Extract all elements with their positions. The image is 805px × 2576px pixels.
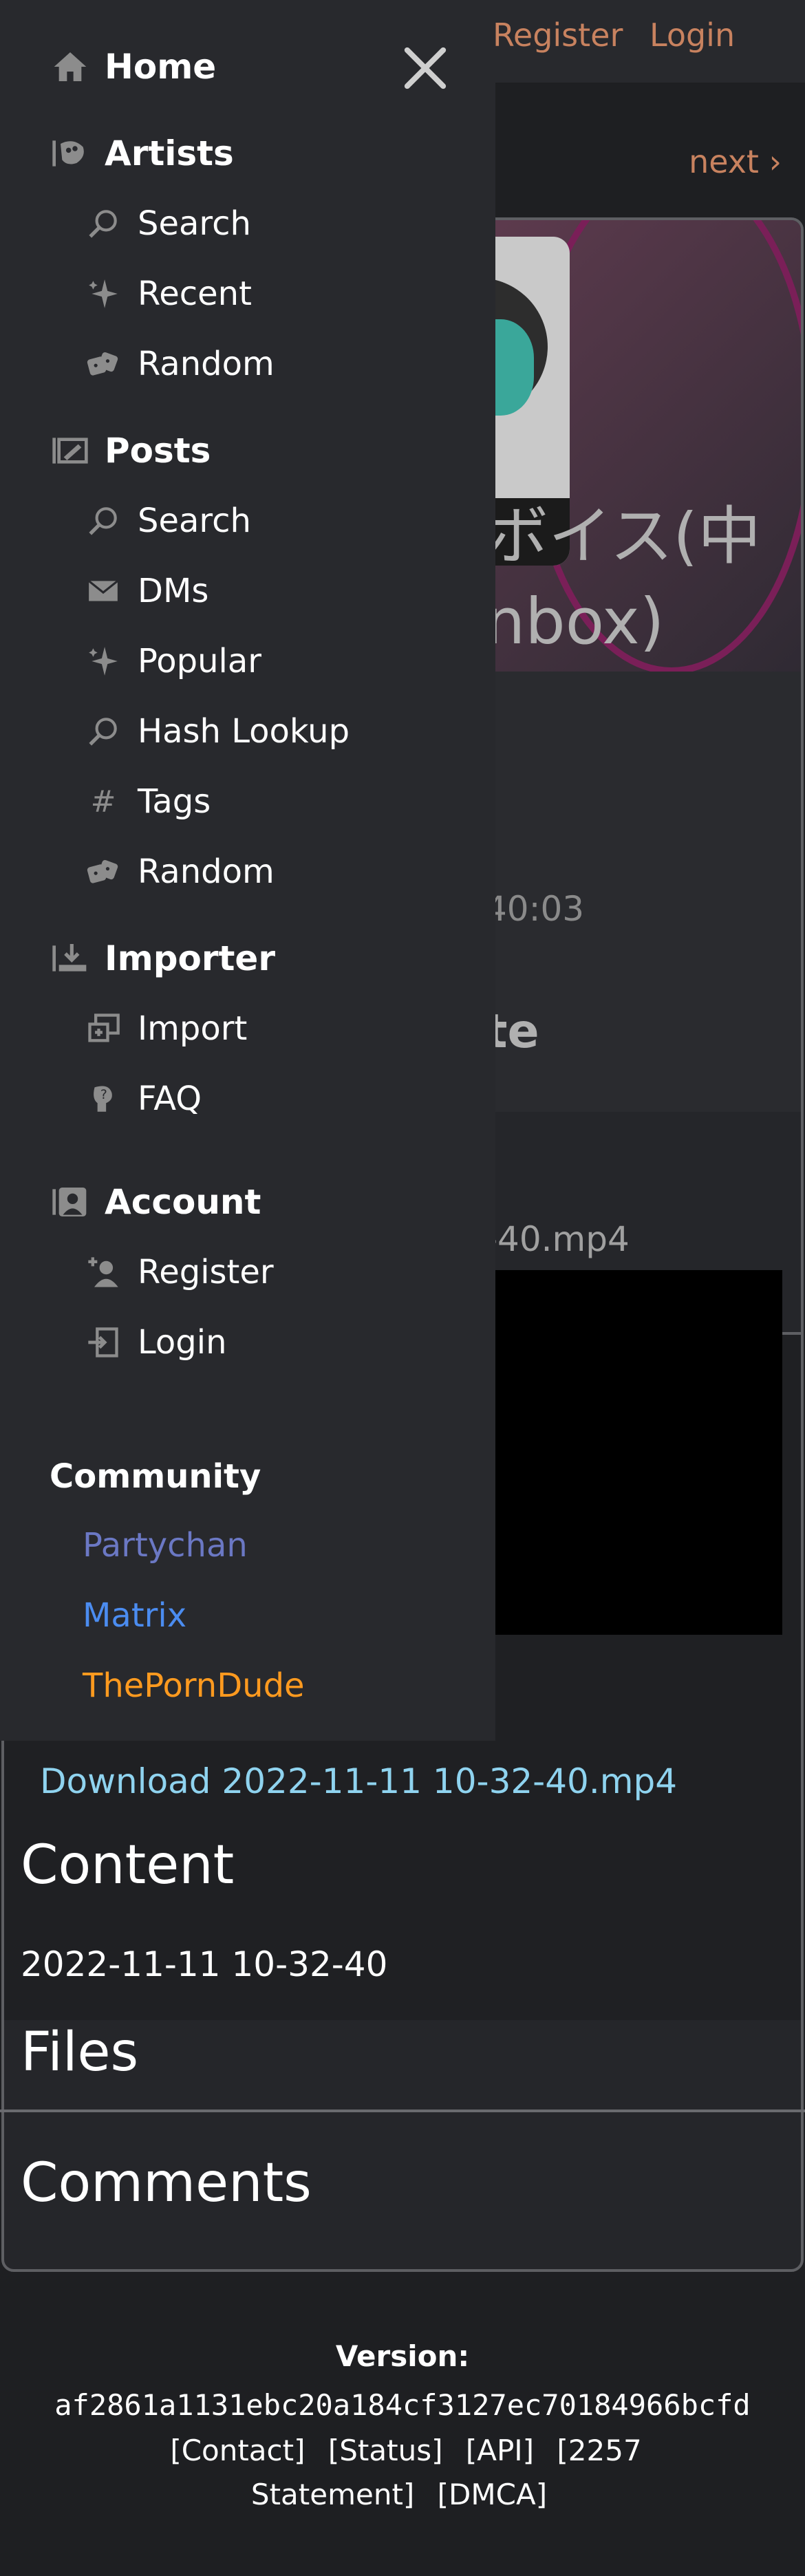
- version-label: Version:: [335, 2339, 470, 2373]
- sidebar-label-posts-random: Random: [138, 852, 275, 891]
- add-user-icon: [83, 1252, 124, 1293]
- sidebar-item-posts-dms[interactable]: DMs: [83, 567, 208, 615]
- footer-link-dmca[interactable]: [DMCA]: [438, 2478, 547, 2511]
- posts-icon: [50, 430, 91, 471]
- comments-heading: Comments: [21, 2152, 312, 2214]
- sidebar-label-posts-hash-lookup: Hash Lookup: [138, 712, 350, 751]
- community-link-theporndude[interactable]: ThePornDude: [83, 1666, 305, 1705]
- sidebar-label-posts: Posts: [105, 431, 211, 471]
- sidebar-section-account[interactable]: Account: [50, 1178, 261, 1226]
- sidebar-label-artists: Artists: [105, 133, 234, 173]
- download-link[interactable]: Download 2022-11-11 10-32-40.mp4: [40, 1761, 677, 1801]
- divider: [0, 2110, 805, 2112]
- footer-link-api[interactable]: [API]: [466, 2434, 534, 2467]
- sidebar-label-account: Account: [105, 1182, 261, 1222]
- import-icon: [83, 1008, 124, 1049]
- content-text: 2022-11-11 10-32-40: [21, 1944, 388, 1984]
- sidebar: Home Artists Search Recent Random Posts: [0, 0, 495, 1741]
- dice-icon: [83, 343, 124, 385]
- importer-icon: [50, 938, 91, 979]
- footer-link-status[interactable]: [Status]: [328, 2434, 443, 2467]
- sidebar-item-artists-search[interactable]: Search: [83, 200, 251, 248]
- sidebar-item-posts-popular[interactable]: Popular: [83, 637, 261, 685]
- sidebar-label-posts-dms: DMs: [138, 572, 209, 610]
- sparkle-icon: [83, 641, 124, 682]
- sidebar-label-importer: Importer: [105, 938, 275, 978]
- video-filename: -40.mp4: [485, 1219, 630, 1259]
- account-icon: [50, 1181, 91, 1223]
- sparkle-icon: [83, 273, 124, 314]
- sidebar-item-register[interactable]: Register: [83, 1248, 274, 1296]
- next-link[interactable]: next ›: [689, 143, 782, 180]
- version-hash: af2861a1131ebc20a184cf3127ec70184966bcfd: [54, 2388, 751, 2422]
- home-icon: [50, 46, 91, 87]
- mail-icon: [83, 570, 124, 612]
- artists-icon: [50, 133, 91, 174]
- sidebar-label-artists-random: Random: [138, 345, 275, 383]
- close-icon[interactable]: [400, 43, 450, 92]
- sidebar-section-importer[interactable]: Importer: [50, 934, 275, 983]
- footer: Version: af2861a1131ebc20a184cf3127ec701…: [0, 2339, 805, 2517]
- search-icon: [83, 203, 124, 244]
- sidebar-item-posts-random[interactable]: Random: [83, 848, 275, 896]
- sidebar-item-posts-tags[interactable]: # Tags: [83, 777, 211, 826]
- register-link[interactable]: Register: [493, 17, 623, 54]
- sidebar-label-import: Import: [138, 1009, 248, 1048]
- content-heading: Content: [21, 1834, 235, 1896]
- sidebar-item-posts-search[interactable]: Search: [83, 497, 251, 545]
- sidebar-label-posts-search: Search: [138, 502, 251, 540]
- sidebar-item-import[interactable]: Import: [83, 1005, 247, 1053]
- sidebar-label-artists-recent: Recent: [138, 275, 252, 313]
- search-icon: [83, 500, 124, 541]
- post-published-time: 40:03: [485, 889, 585, 929]
- post-title: ボイス(中nbox): [485, 500, 762, 658]
- hash-icon: #: [90, 784, 116, 819]
- community-heading: Community: [50, 1457, 261, 1496]
- sidebar-label-posts-popular: Popular: [138, 642, 261, 680]
- sidebar-item-faq[interactable]: ? FAQ: [83, 1075, 202, 1123]
- login-icon: [83, 1322, 124, 1363]
- sidebar-item-artists-recent[interactable]: Recent: [83, 270, 252, 318]
- footer-link-contact[interactable]: [Contact]: [170, 2434, 305, 2467]
- sidebar-section-posts[interactable]: Posts: [50, 427, 211, 475]
- footer-links: [Contact] [Status] [API] [2257 Statement…: [93, 2429, 712, 2517]
- sidebar-label-faq: FAQ: [138, 1080, 202, 1118]
- search-icon: [83, 711, 124, 752]
- faq-icon: ?: [83, 1078, 124, 1119]
- sidebar-item-login[interactable]: Login: [83, 1318, 227, 1366]
- sidebar-label-login: Login: [138, 1323, 227, 1362]
- community-link-matrix[interactable]: Matrix: [83, 1596, 186, 1635]
- sidebar-label-artists-search: Search: [138, 204, 251, 243]
- login-link[interactable]: Login: [650, 17, 735, 54]
- sidebar-item-home[interactable]: Home: [50, 43, 216, 91]
- community-link-partychan[interactable]: Partychan: [83, 1526, 248, 1565]
- sidebar-label-register: Register: [138, 1253, 274, 1291]
- video-player[interactable]: [485, 1270, 782, 1635]
- sidebar-section-artists[interactable]: Artists: [50, 129, 234, 178]
- files-heading: Files: [21, 2021, 139, 2083]
- svg-text:?: ?: [100, 1088, 107, 1102]
- sidebar-label-home: Home: [105, 47, 217, 87]
- sidebar-item-artists-random[interactable]: Random: [83, 340, 275, 388]
- sidebar-label-posts-tags: Tags: [138, 782, 211, 821]
- dice-icon: [83, 851, 124, 892]
- sidebar-item-posts-hash-lookup[interactable]: Hash Lookup: [83, 707, 350, 755]
